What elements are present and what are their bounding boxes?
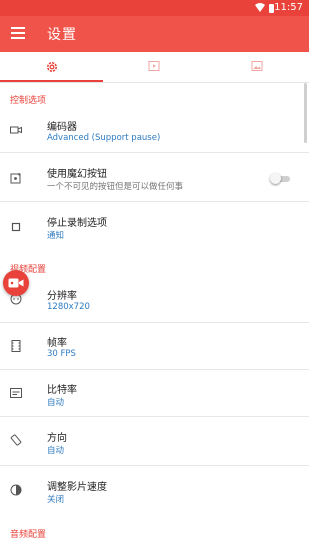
video-camera-icon [8, 278, 24, 288]
setting-title: 使用魔幻按钮 [47, 169, 107, 180]
setting-value: 自动 [47, 398, 65, 408]
tab-video[interactable] [103, 52, 206, 82]
setting-value: 1280x720 [47, 302, 90, 312]
stop-icon [11, 222, 21, 232]
setting-orientation[interactable]: 方向 自动 [0, 417, 309, 466]
page-title: 设置 [47, 27, 77, 43]
status-time: 11:57 [274, 2, 303, 13]
setting-title: 调整影片速度 [47, 482, 107, 493]
app-bar: 设置 [0, 16, 309, 52]
section-header-audio: 音频配置 [10, 530, 47, 540]
tab-indicator [0, 80, 103, 82]
setting-bitrate[interactable]: 比特率 自动 [0, 370, 309, 417]
setting-magic-button[interactable]: 使用魔幻按钮 一个不可见的按钮但是可以做任何事 [0, 153, 309, 202]
menu-icon[interactable] [11, 27, 25, 41]
section-header-controls: 控制选项 [10, 96, 47, 106]
setting-speed[interactable]: 调整影片速度 关闭 [0, 466, 309, 515]
tab-bar [0, 52, 309, 83]
setting-value: Advanced (Support pause) [47, 133, 161, 143]
setting-title: 分辨率 [47, 291, 77, 302]
setting-title: 停止录制选项 [47, 218, 107, 229]
setting-title: 帧率 [47, 338, 67, 349]
setting-value: 30 FPS [47, 349, 76, 359]
timer-icon [10, 484, 22, 496]
image-icon [251, 61, 263, 71]
record-fab[interactable] [3, 270, 29, 296]
magic-icon [10, 172, 21, 184]
magic-button-toggle[interactable] [270, 173, 292, 184]
video-icon [148, 61, 160, 71]
setting-title: 方向 [47, 433, 67, 444]
camera-icon [10, 126, 22, 134]
setting-value: 关闭 [47, 495, 65, 505]
bitrate-icon [10, 388, 22, 398]
rotate-icon [10, 434, 22, 446]
filmstrip-icon [11, 340, 21, 352]
setting-title: 比特率 [47, 385, 77, 396]
wifi-icon [255, 3, 265, 12]
tab-images[interactable] [206, 52, 309, 82]
setting-resolution[interactable]: 分辨率 1280x720 [0, 276, 309, 323]
status-bar: 11:57 [0, 0, 309, 16]
setting-value: 自动 [47, 446, 65, 456]
setting-subtitle: 一个不可见的按钮但是可以做任何事 [47, 182, 184, 192]
setting-encoder[interactable]: 编码器 Advanced (Support pause) [0, 107, 309, 153]
setting-value: 通知 [47, 231, 65, 241]
setting-title: 编码器 [47, 122, 77, 133]
tab-settings[interactable] [0, 52, 103, 82]
gear-icon [47, 62, 57, 72]
setting-stop-record[interactable]: 停止录制选项 通知 [0, 202, 309, 251]
toggle-thumb [270, 173, 281, 184]
setting-frame-rate[interactable]: 帧率 30 FPS [0, 323, 309, 370]
